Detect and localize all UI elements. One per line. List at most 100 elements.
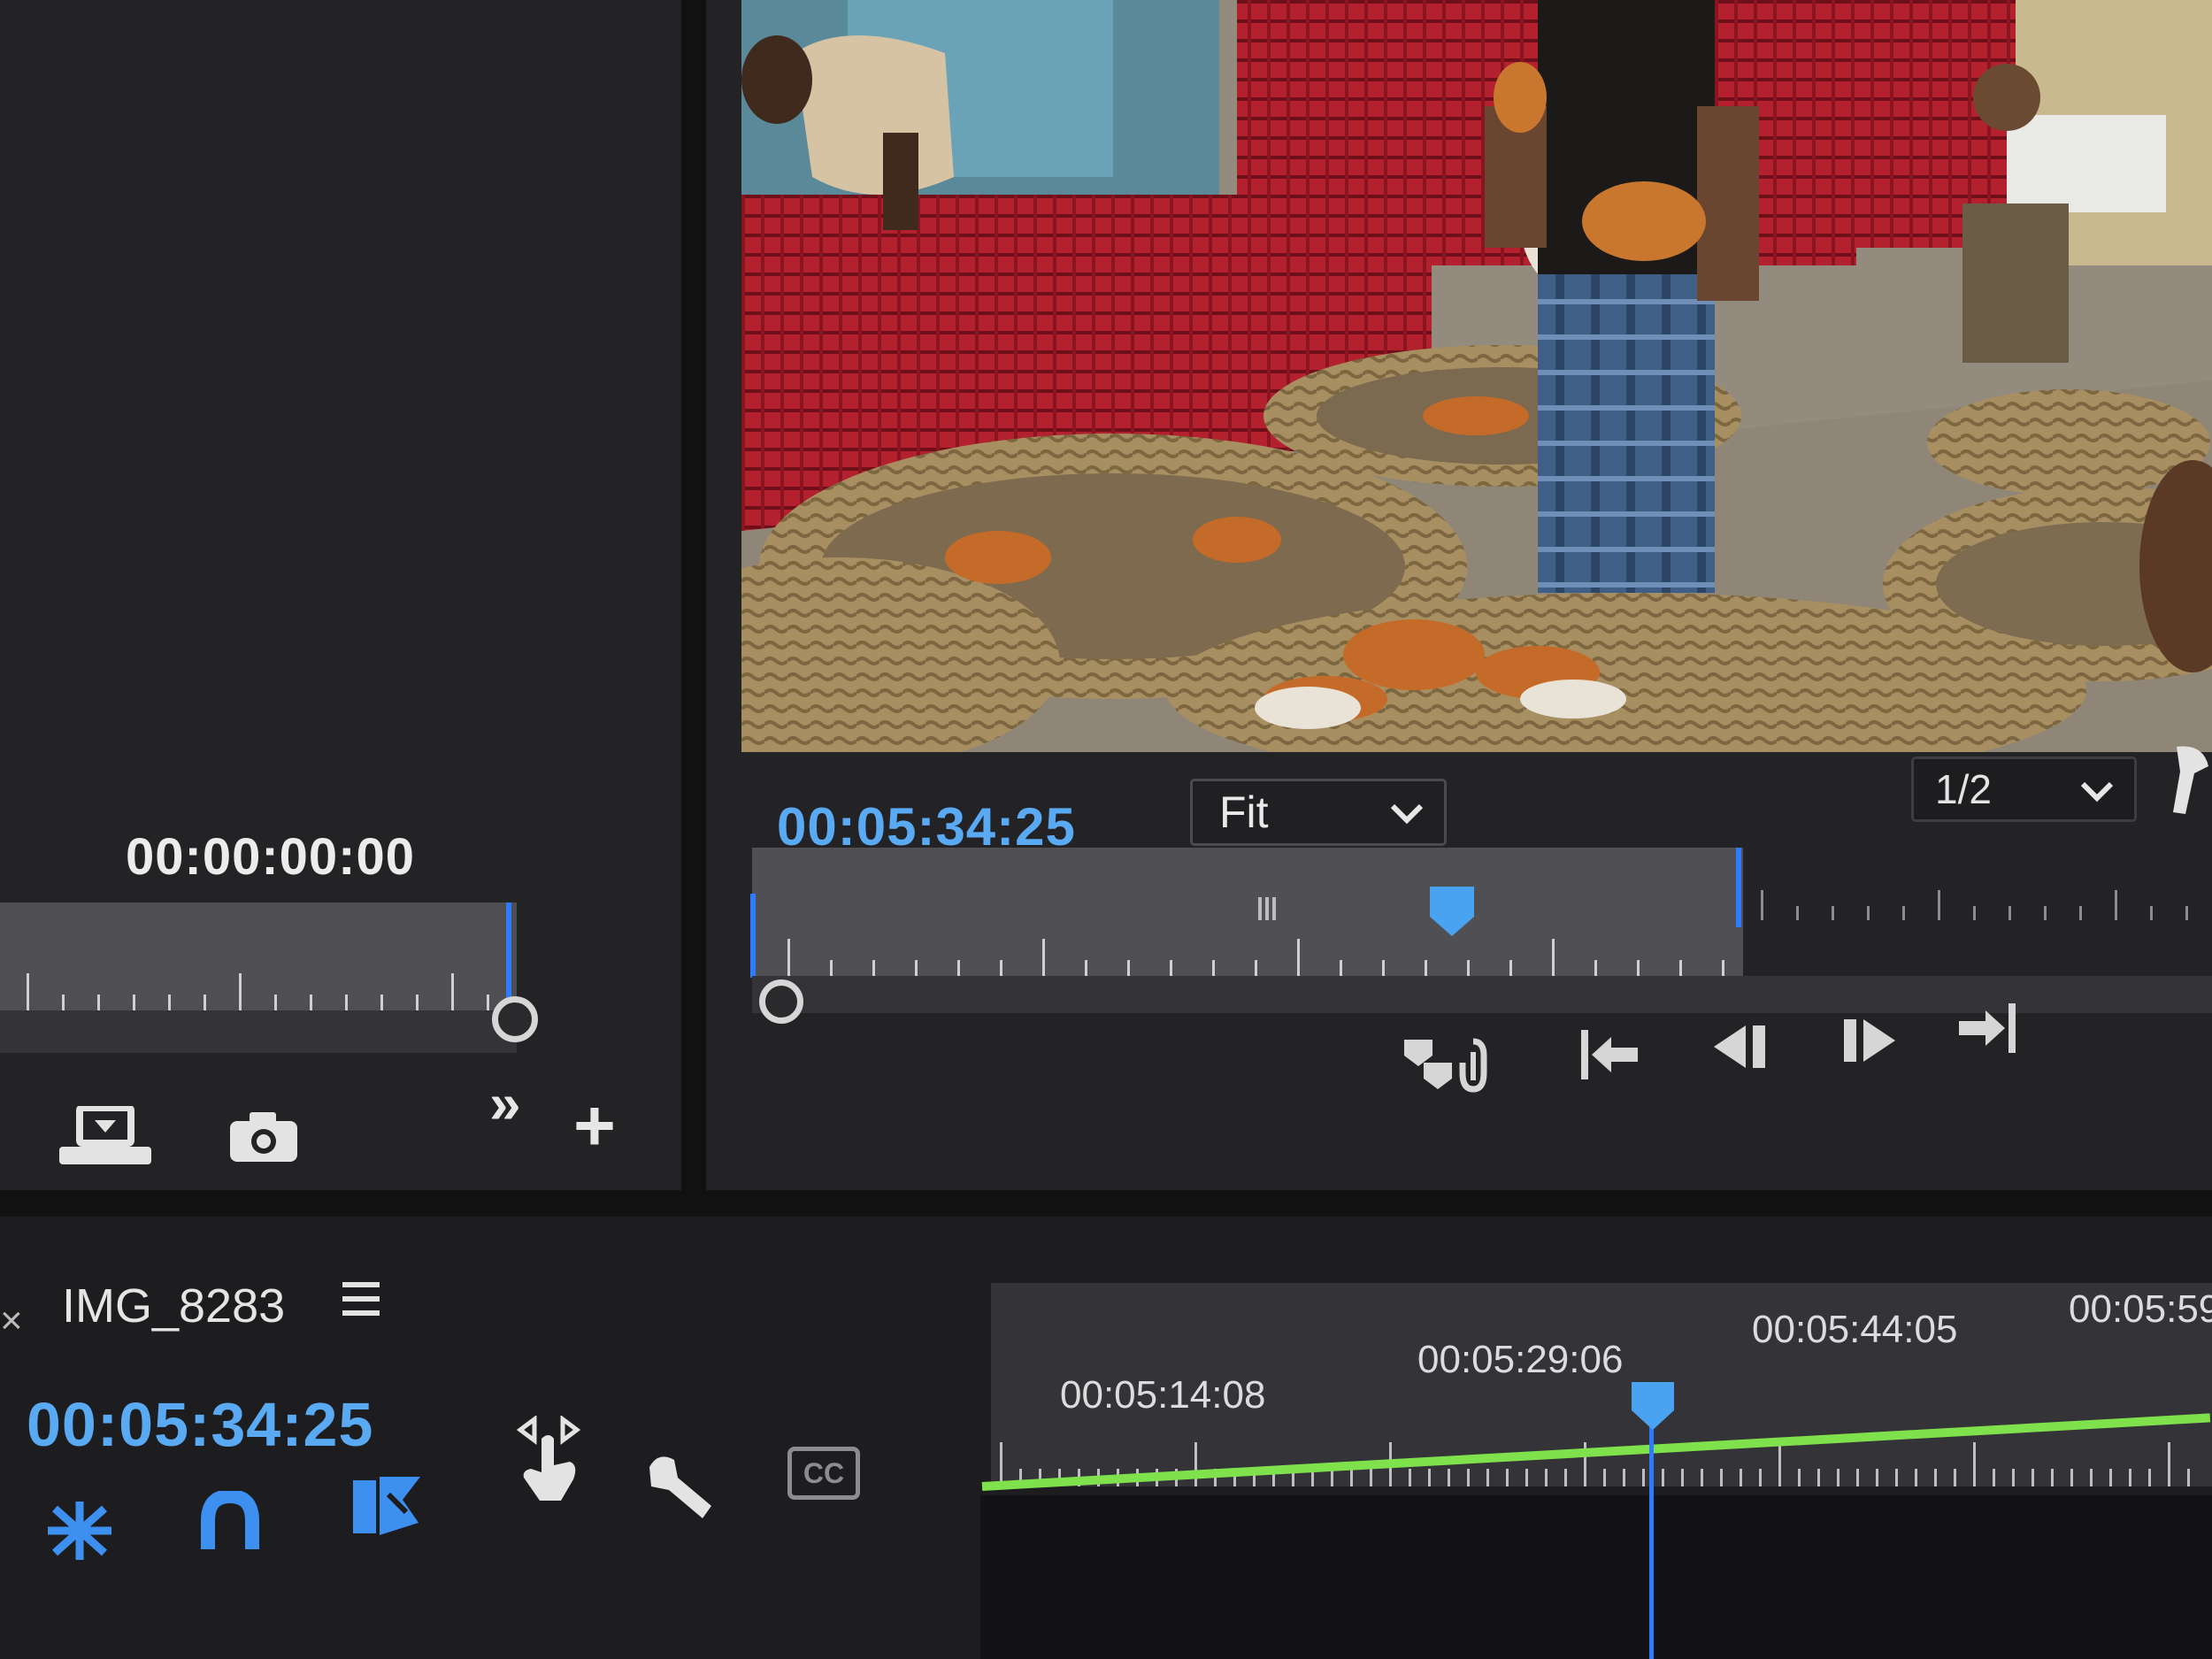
wrench-icon — [649, 1456, 711, 1518]
ruler-tick — [27, 973, 29, 1010]
ruler-tick — [1382, 960, 1385, 976]
ruler-tick — [1973, 906, 1976, 920]
program-video-frame[interactable] — [741, 0, 2212, 752]
button-editor-add-button[interactable]: + — [573, 1090, 616, 1163]
go-to-in-button[interactable] — [1579, 1026, 1641, 1083]
ruler-tick — [1425, 960, 1427, 976]
ruler-tick — [1993, 1469, 1995, 1486]
ruler-label: 00:05:59 — [2069, 1287, 2212, 1331]
step-back-icon — [1714, 1025, 1765, 1068]
ruler-tick — [1545, 1469, 1548, 1486]
export-frame-icon — [59, 1106, 151, 1164]
ruler-tick — [1637, 960, 1640, 976]
ruler-tick — [451, 973, 454, 1010]
zoom-level-value: Fit — [1219, 787, 1269, 837]
captions-button[interactable]: CC — [787, 1447, 860, 1500]
camera-icon — [230, 1112, 297, 1162]
ruler-tick — [2051, 1469, 2054, 1486]
ruler-tick — [1817, 1469, 1820, 1486]
program-zoom-handle[interactable] — [759, 979, 803, 1024]
ruler-tick — [1867, 906, 1870, 920]
add-marker-button[interactable] — [1402, 1031, 1500, 1102]
ruler-tick — [1761, 890, 1763, 920]
export-frame-button[interactable] — [58, 1106, 153, 1168]
settings-button[interactable] — [2168, 743, 2212, 818]
ruler-tick — [2129, 1469, 2131, 1486]
ruler-tick — [1340, 960, 1342, 976]
ruler-tick — [1297, 939, 1300, 976]
more-controls-button[interactable]: » — [489, 1071, 521, 1136]
snap-icon — [48, 1502, 111, 1560]
ruler-tick — [1000, 960, 1002, 976]
ruler-tick — [1525, 1469, 1528, 1486]
ruler-tick — [1876, 1469, 1878, 1486]
ruler-tick — [1170, 960, 1172, 976]
linked-selection-toggle[interactable] — [349, 1473, 424, 1543]
ruler-tick — [2115, 890, 2117, 920]
ruler-tick — [1194, 1442, 1197, 1486]
ruler-tick — [1350, 1469, 1353, 1486]
camera-button[interactable] — [228, 1110, 299, 1164]
ruler-tick — [1798, 1469, 1801, 1486]
ruler-tick — [1938, 890, 1940, 920]
timeline-settings-button[interactable] — [646, 1451, 717, 1526]
ruler-tick — [2109, 1469, 2112, 1486]
ruler-tick — [62, 995, 65, 1010]
timeline-playhead[interactable] — [1630, 1380, 1676, 1432]
ruler-tick — [1954, 1469, 1956, 1486]
source-out-point[interactable] — [506, 902, 511, 1010]
ruler-tick — [2079, 906, 2082, 920]
ruler-tick — [1428, 1469, 1431, 1486]
ruler-label: 00:05:29:06 — [1417, 1338, 1624, 1381]
ruler-tick — [380, 995, 383, 1010]
panel-divider[interactable] — [681, 0, 706, 1217]
linked-selection-icon — [201, 1488, 259, 1549]
ruler-tick — [1796, 906, 1799, 920]
nest-sequence-toggle[interactable] — [44, 1500, 115, 1566]
ruler-tick — [872, 960, 875, 976]
snap-toggle[interactable] — [199, 1488, 261, 1557]
ruler-tick — [957, 960, 960, 976]
playhead-icon — [1430, 887, 1474, 936]
timeline-timecode[interactable]: 00:05:34:25 — [27, 1389, 373, 1460]
ruler-tick — [1934, 1469, 1937, 1486]
panel-divider-horizontal[interactable] — [0, 1190, 2212, 1217]
step-back-button[interactable] — [1712, 1022, 1769, 1071]
sequence-tab-title[interactable]: IMG_8283 — [62, 1279, 285, 1333]
source-zoom-handle[interactable] — [492, 996, 538, 1042]
timeline-playhead-line — [1649, 1425, 1654, 1659]
close-tab-button[interactable]: × — [0, 1299, 23, 1343]
ruler-tick — [1331, 1469, 1333, 1486]
panel-menu-button[interactable] — [341, 1279, 381, 1324]
program-time-ruler[interactable] — [752, 848, 1743, 976]
hand-icon — [516, 1415, 581, 1501]
ruler-tick — [1564, 1469, 1567, 1486]
source-time-ruler[interactable] — [0, 902, 517, 1010]
go-to-out-button[interactable] — [1955, 1000, 2017, 1056]
ruler-tick — [1681, 1469, 1684, 1486]
ruler-tick — [1895, 1469, 1898, 1486]
ruler-tick — [97, 995, 100, 1010]
insert-tool-icon — [353, 1477, 420, 1535]
source-timecode[interactable]: 00:00:00:00 — [126, 827, 415, 887]
timeline-tracks[interactable] — [980, 1495, 2212, 1659]
ruler-tick — [1467, 960, 1470, 976]
ruler-tick — [1740, 1469, 1742, 1486]
program-in-point[interactable] — [750, 894, 756, 978]
ruler-tick — [1085, 960, 1087, 976]
source-zoom-scrollbar[interactable] — [0, 1010, 517, 1053]
ruler-tick — [274, 995, 277, 1010]
ruler-tick — [1509, 960, 1512, 976]
zoom-level-select[interactable]: Fit — [1190, 779, 1447, 846]
playback-resolution-select[interactable]: 1/2 — [1911, 757, 2137, 822]
ruler-tick — [1679, 960, 1682, 976]
ruler-tick — [1486, 1469, 1489, 1486]
ruler-tick — [2044, 906, 2047, 920]
program-ruler-extension — [1745, 867, 2212, 920]
program-playhead[interactable] — [1428, 885, 1476, 938]
ruler-tick — [1701, 1469, 1703, 1486]
chevron-down-icon — [1390, 803, 1424, 825]
program-out-point[interactable] — [1736, 848, 1741, 927]
step-forward-button[interactable] — [1840, 1016, 1897, 1065]
hand-tool-button[interactable] — [513, 1415, 584, 1509]
